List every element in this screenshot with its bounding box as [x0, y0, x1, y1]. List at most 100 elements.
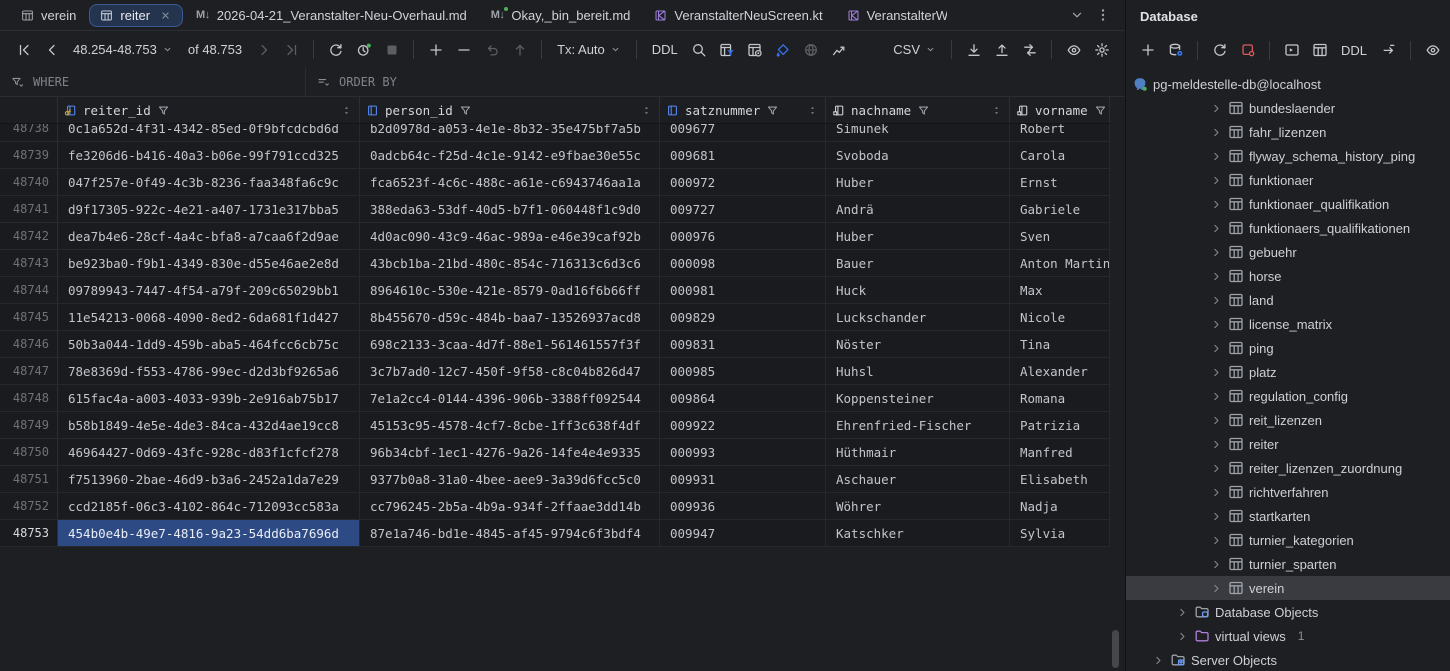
cell-reiter-id[interactable]: dea7b4e6-28cf-4a4c-bfa8-a7caa6f2d9ae: [58, 223, 360, 249]
chevron-right-icon[interactable]: [1210, 462, 1223, 475]
tree-node-fahr-lizenzen[interactable]: fahr_lizenzen: [1126, 120, 1450, 144]
tree-node-server-objects[interactable]: Server Objects: [1126, 648, 1450, 671]
cell-vorname[interactable]: Romana: [1010, 385, 1110, 411]
cell-person-id[interactable]: 4d0ac090-43c9-46ac-989a-e46e39caf92b: [360, 223, 660, 249]
hidden-tabs-dropdown-icon[interactable]: [1069, 7, 1085, 23]
tree-node-bundeslaender[interactable]: bundeslaender: [1126, 96, 1450, 120]
cell-satznummer[interactable]: 009931: [660, 466, 826, 492]
undo-button[interactable]: [478, 37, 505, 63]
cell-person-id[interactable]: 43bcb1ba-21bd-480c-854c-716313c6d3c6: [360, 250, 660, 276]
tree-node-gebuehr[interactable]: gebuehr: [1126, 240, 1450, 264]
cell-reiter-id[interactable]: 454b0e4b-49e7-4816-9a23-54dd6ba7696d: [58, 520, 360, 546]
new-datasource-button[interactable]: [1134, 37, 1161, 63]
cell-satznummer[interactable]: 000981: [660, 277, 826, 303]
transaction-mode-dropdown[interactable]: Tx: Auto: [550, 42, 628, 57]
cell-satznummer[interactable]: 009681: [660, 142, 826, 168]
export-to-database-button[interactable]: [1016, 37, 1043, 63]
cell-person-id[interactable]: 3c7b7ad0-12c7-450f-9f58-c8c04b826d47: [360, 358, 660, 384]
cell-reiter-id[interactable]: b58b1849-4e5e-4de3-84ca-432d4ae19cc8: [58, 412, 360, 438]
cell-satznummer[interactable]: 000976: [660, 223, 826, 249]
cell-person-id[interactable]: 8964610c-530e-421e-8579-0ad16f6b66ff: [360, 277, 660, 303]
cell-person-id[interactable]: 7e1a2cc4-0144-4396-906b-3388ff092544: [360, 385, 660, 411]
row-number[interactable]: 48741: [0, 196, 58, 222]
view-options-button[interactable]: [1060, 37, 1087, 63]
chevron-right-icon[interactable]: [1176, 606, 1189, 619]
color-settings-button[interactable]: [770, 37, 797, 63]
filter-data-button[interactable]: [714, 37, 741, 63]
cell-person-id[interactable]: 87e1a746-bd1e-4845-af45-9794c6f3bdf4: [360, 520, 660, 546]
cell-nachname[interactable]: Svoboda: [826, 142, 1010, 168]
translate-button[interactable]: [798, 37, 825, 63]
cell-satznummer[interactable]: 000985: [660, 358, 826, 384]
chevron-right-icon[interactable]: [1210, 558, 1223, 571]
reload-data-button[interactable]: [322, 37, 349, 63]
cell-vorname[interactable]: Manfred: [1010, 439, 1110, 465]
row-number[interactable]: 48746: [0, 331, 58, 357]
column-header-vorname[interactable]: vorname: [1010, 97, 1110, 123]
tab-2026-04-21-veranstalter-neu-overhaul-md[interactable]: M↓2026-04-21_Veranstalter-Neu-Overhaul.m…: [185, 4, 478, 27]
tree-node-land[interactable]: land: [1126, 288, 1450, 312]
stop-button[interactable]: [378, 37, 405, 63]
cell-satznummer[interactable]: 009922: [660, 412, 826, 438]
cell-nachname[interactable]: Huber: [826, 169, 1010, 195]
column-header-reiter-id[interactable]: reiter_id: [58, 97, 360, 123]
chevron-right-icon[interactable]: [1210, 342, 1223, 355]
funnel-icon[interactable]: [1094, 104, 1107, 117]
tab-options-icon[interactable]: [1095, 7, 1111, 23]
tree-node-reiter-lizenzen-zuordnung[interactable]: reiter_lizenzen_zuordnung: [1126, 456, 1450, 480]
tree-node-platz[interactable]: platz: [1126, 360, 1450, 384]
cell-nachname[interactable]: Simunek: [826, 124, 1010, 141]
cell-satznummer[interactable]: 009829: [660, 304, 826, 330]
chevron-right-icon[interactable]: [1176, 630, 1189, 643]
chevron-right-icon[interactable]: [1210, 150, 1223, 163]
cell-reiter-id[interactable]: 46964427-0d69-43fc-928c-d83f1cfcf278: [58, 439, 360, 465]
chevron-right-icon[interactable]: [1210, 510, 1223, 523]
ddl-button[interactable]: DDL: [1334, 43, 1374, 58]
search-button[interactable]: [686, 37, 713, 63]
cell-nachname[interactable]: Huhsl: [826, 358, 1010, 384]
open-chart-button[interactable]: [826, 37, 853, 63]
cell-nachname[interactable]: Aschauer: [826, 466, 1010, 492]
cell-vorname[interactable]: Anton Martin: [1010, 250, 1110, 276]
row-number[interactable]: 48744: [0, 277, 58, 303]
cell-satznummer[interactable]: 009936: [660, 493, 826, 519]
cell-reiter-id[interactable]: 615fac4a-a003-4033-939b-2e916ab75b17: [58, 385, 360, 411]
cell-nachname[interactable]: Andrä: [826, 196, 1010, 222]
tree-node-turnier-sparten[interactable]: turnier_sparten: [1126, 552, 1450, 576]
chevron-right-icon[interactable]: [1210, 366, 1223, 379]
refresh-button[interactable]: [1206, 37, 1233, 63]
chevron-right-icon[interactable]: [1210, 222, 1223, 235]
close-tab-icon[interactable]: [159, 9, 172, 22]
tab-okay-bin-bereit-md[interactable]: M↓Okay,_bin_bereit.md: [480, 4, 642, 27]
next-page-button[interactable]: [250, 37, 277, 63]
tree-node-startkarten[interactable]: startkarten: [1126, 504, 1450, 528]
sort-icon[interactable]: [806, 104, 819, 117]
cell-person-id[interactable]: 388eda63-53df-40d5-b7f1-060448f1c9d0: [360, 196, 660, 222]
tab-verein[interactable]: verein: [10, 4, 87, 27]
row-number[interactable]: 48749: [0, 412, 58, 438]
tree-node-flyway-schema-history-ping[interactable]: flyway_schema_history_ping: [1126, 144, 1450, 168]
tree-node-regulation-config[interactable]: regulation_config: [1126, 384, 1450, 408]
tree-node-verein[interactable]: verein: [1126, 576, 1450, 600]
cell-vorname[interactable]: Nicole: [1010, 304, 1110, 330]
change-view-button[interactable]: [742, 37, 769, 63]
settings-button[interactable]: [1088, 37, 1115, 63]
row-number[interactable]: 48752: [0, 493, 58, 519]
cell-nachname[interactable]: Huck: [826, 277, 1010, 303]
row-number[interactable]: 48743: [0, 250, 58, 276]
chevron-right-icon[interactable]: [1210, 246, 1223, 259]
ddl-button[interactable]: DDL: [645, 42, 685, 57]
chevron-right-icon[interactable]: [1210, 414, 1223, 427]
cell-person-id[interactable]: 0adcb64c-f25d-4c1e-9142-e9fbae30e55c: [360, 142, 660, 168]
cell-person-id[interactable]: 96b34cbf-1ec1-4276-9a26-14fe4e4e9335: [360, 439, 660, 465]
tree-node-database-objects[interactable]: Database Objects: [1126, 600, 1450, 624]
cell-reiter-id[interactable]: fe3206d6-b416-40a3-b06e-99f791ccd325: [58, 142, 360, 168]
chevron-right-icon[interactable]: [1210, 438, 1223, 451]
tree-node-funktionaer[interactable]: funktionaer: [1126, 168, 1450, 192]
cell-nachname[interactable]: Bauer: [826, 250, 1010, 276]
tree-node-virtual-views[interactable]: virtual views1: [1126, 624, 1450, 648]
first-page-button[interactable]: [10, 37, 37, 63]
tab-veranstalterwiz[interactable]: VeranstalterWiz: [836, 4, 948, 27]
cell-vorname[interactable]: Sylvia: [1010, 520, 1110, 546]
column-header-nachname[interactable]: nachname: [826, 97, 1010, 123]
